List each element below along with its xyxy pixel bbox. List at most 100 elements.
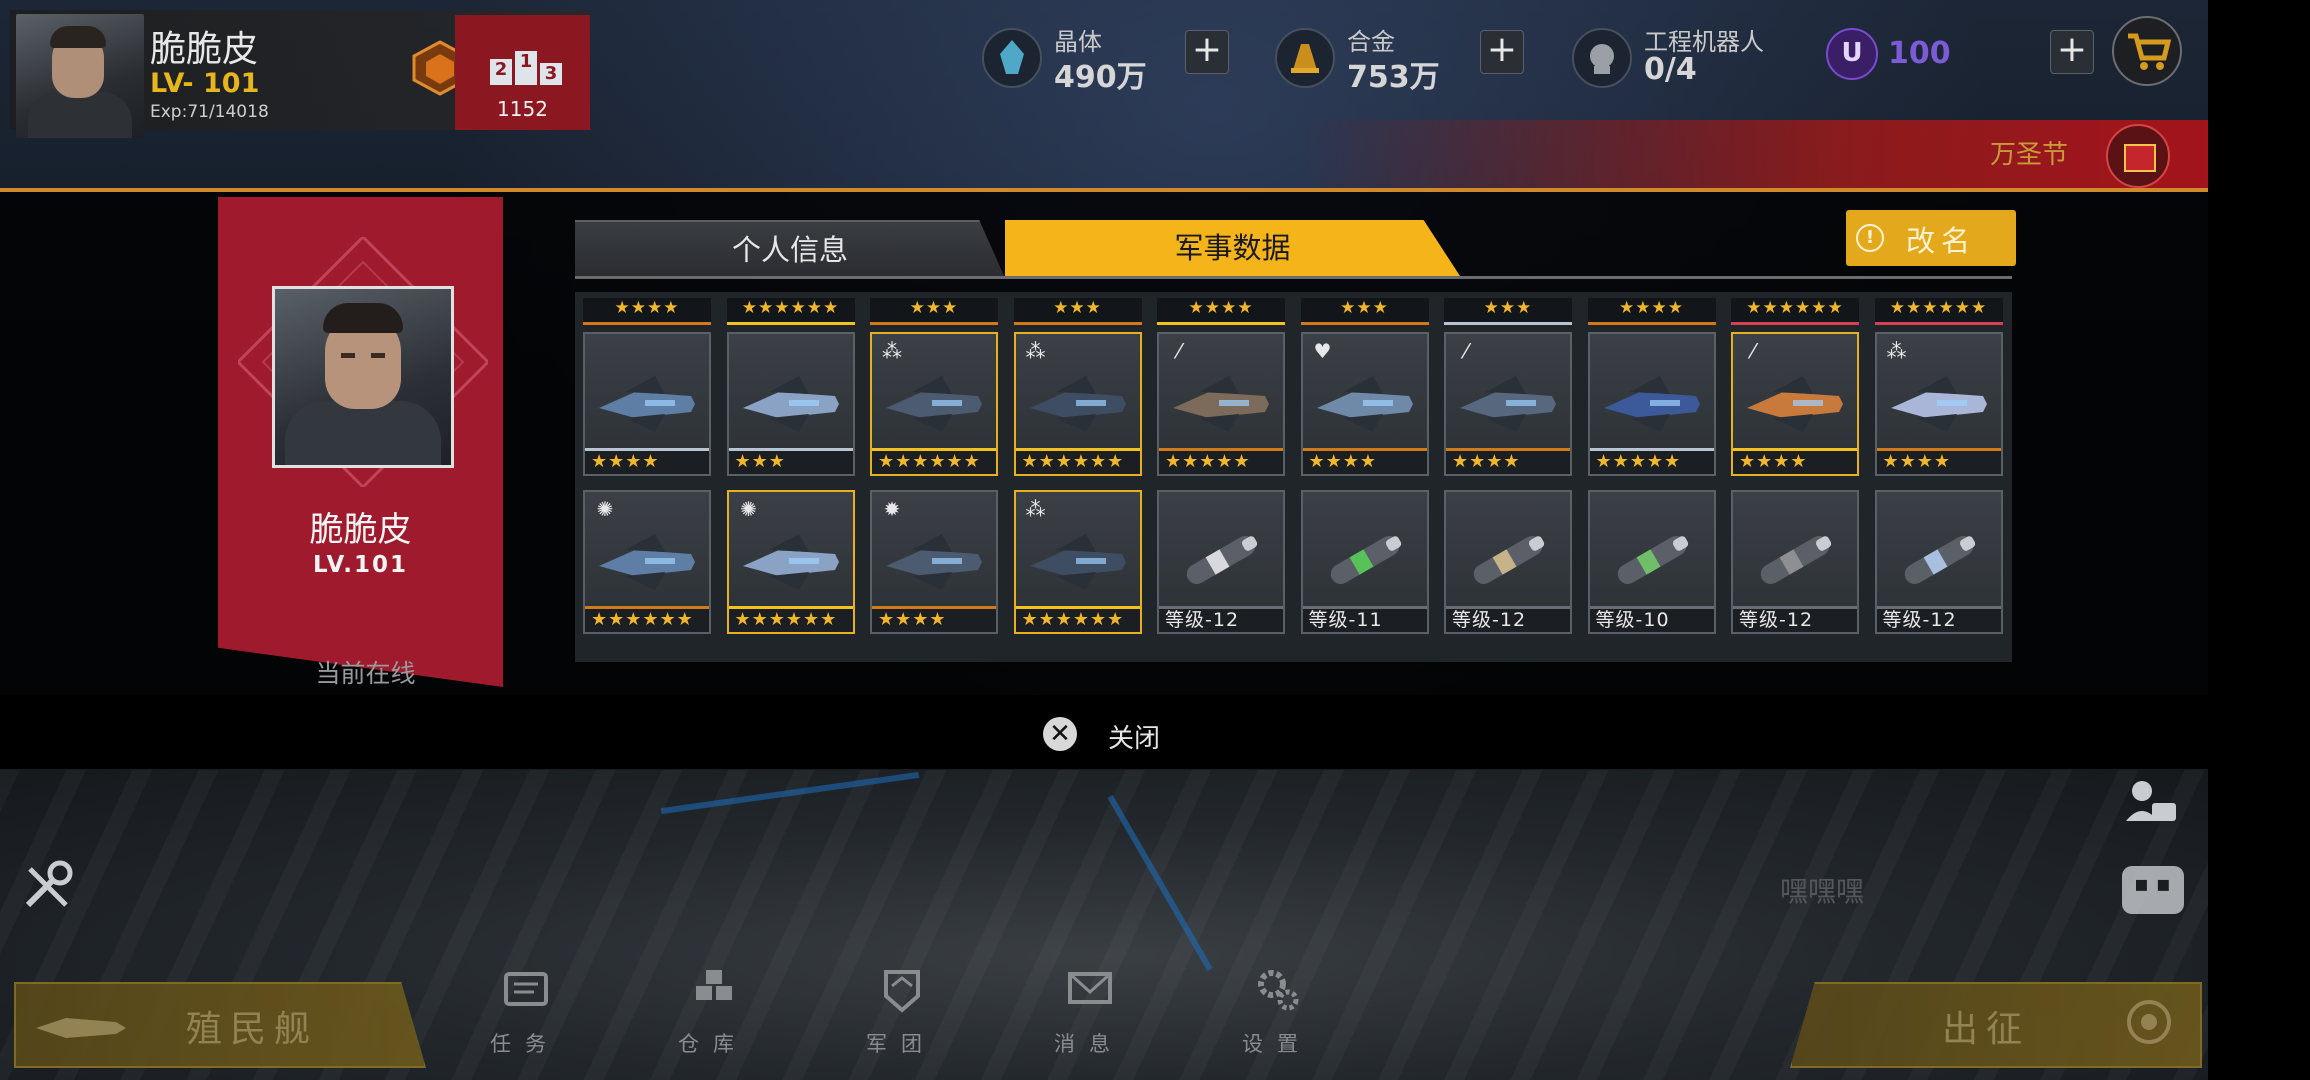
partial-fleet-card[interactable]: ★★★★★★ [726,298,855,325]
ship-class-badge-icon: ⁂ [1025,497,1046,521]
halloween-event-banner[interactable]: 万圣节 [1300,120,2208,188]
partial-fleet-card[interactable]: ★★★★★★ [1874,298,2003,325]
starship-card[interactable]: ✺ ★★★★★★ [583,490,711,634]
profile-portrait [272,286,454,468]
sortie-label: 出征 [1942,1009,2031,1050]
starship-art [1890,376,1987,432]
close-icon[interactable]: ✕ [1043,717,1077,751]
starship-card[interactable]: ★★★★★ [1587,332,1716,476]
weapon-module-art [1904,536,1975,584]
shop-cart-icon[interactable] [2112,16,2182,86]
partial-fleet-card[interactable]: ★★★★★★ [1731,298,1859,325]
item-level-label: 等级-12 [1876,606,2001,632]
ship-class-badge-icon: ⁄ [1464,339,1468,363]
sortie-button[interactable]: 出征 [1790,982,2202,1068]
star-rating: ★★★★★★ [1015,448,1140,474]
u-coin-value: 100 [1888,36,1951,71]
nav-legion-label: 军团 [866,1032,936,1056]
target-icon [2127,1000,2171,1044]
starship-card[interactable]: ★★★ [726,332,855,476]
gift-icon[interactable] [2106,124,2170,188]
ship-class-badge-icon: ⁂ [882,339,902,363]
partial-fleet-card[interactable]: ★★★ [870,298,998,325]
starship-card[interactable]: ⁂ ★★★★★★ [870,332,998,476]
starship-art [886,376,982,432]
starship-art [599,376,695,432]
contact-message-icon[interactable] [2120,775,2180,829]
starship-art [1603,376,1700,432]
messages-icon [1068,972,1112,1004]
player-avatar[interactable] [16,14,144,138]
alloy-resource: 合金 753万 [1275,20,1445,95]
partial-fleet-card[interactable]: ★★★★ [583,298,711,325]
close-label[interactable]: 关闭 [1108,718,1160,755]
weapon-card[interactable]: 等级-12 [1731,490,1859,634]
partial-fleet-card[interactable]: ★★★ [1013,298,1142,325]
crystal-value: 490万 [1054,60,1147,95]
star-rating: ★★★★★★ [728,606,853,632]
profile-name: 脆脆皮 [309,510,412,550]
starship-card[interactable]: ⁂ ★★★★★★ [1013,490,1142,634]
rename-button[interactable]: ! 改名 [1846,210,2016,266]
wrench-tools-icon[interactable] [18,855,78,915]
online-status: 当前在线 [315,659,416,688]
warehouse-icon [696,970,732,1000]
partial-fleet-card[interactable]: ★★★★ [1587,298,1716,325]
chat-icon[interactable] [2122,866,2184,914]
ship-class-badge-icon: ✹ [883,497,901,521]
rank-score: 1152 [497,97,548,121]
add-crystal-button[interactable]: + [1185,30,1229,74]
nav-legion[interactable]: 军团 [846,960,956,1070]
top-status-bar: 脆脆皮 LV- 101 Exp:71/14018 213 1152 晶体 490… [0,0,2208,190]
weapon-module-art [1186,536,1258,584]
starship-card[interactable]: ♥ ★★★★ [1300,332,1429,476]
starship-card[interactable]: ⁂ ★★★★★★ [1013,332,1142,476]
legion-icon [884,970,920,1013]
add-alloy-button[interactable]: + [1480,30,1524,74]
starship-card[interactable]: ✺ ★★★★★★ [726,490,855,634]
star-rating: ★★★★ [872,606,996,632]
star-rating: ★★★★ [1446,448,1570,474]
starship-art [1747,376,1843,432]
starship-card[interactable]: ⁂ ★★★★ [1874,332,2003,476]
weapon-card[interactable]: 等级-12 [1444,490,1572,634]
weapon-card[interactable]: 等级-10 [1587,490,1716,634]
partial-fleet-card[interactable]: ★★★ [1300,298,1429,325]
close-bar[interactable] [0,695,2208,769]
starship-card[interactable]: ✹ ★★★★ [870,490,998,634]
weapon-card[interactable]: 等级-12 [1157,490,1285,634]
player-name: 脆脆皮 [150,29,259,70]
weapon-card[interactable]: 等级-12 [1874,490,2003,634]
tab-military-data[interactable]: 军事数据 [1005,220,1460,276]
starship-art [1316,376,1413,432]
item-level-label: 等级-10 [1589,606,1714,632]
engineering-robot-resource: 工程机器人 0/4 [1572,20,1792,90]
player-exp: Exp:71/14018 [150,102,269,122]
ship-class-badge-icon: ⁄ [1177,339,1181,363]
partial-fleet-card[interactable]: ★★★ [1444,298,1572,325]
colony-ship-button[interactable]: 殖民舰 [14,982,426,1068]
starship-card[interactable]: ⁄ ★★★★ [1731,332,1859,476]
weapon-card[interactable]: 等级-11 [1300,490,1429,634]
star-rating: ★★★★★★ [1015,606,1140,632]
nav-messages[interactable]: 消息 [1034,960,1144,1070]
leaderboard-button[interactable]: 213 1152 [455,15,590,130]
weapon-module-art [1330,536,1401,584]
crystal-resource: 晶体 490万 [982,20,1152,95]
nav-warehouse[interactable]: 仓库 [658,960,768,1070]
rename-label: 改名 [1906,224,1977,258]
nav-tasks[interactable]: 任务 [470,960,580,1070]
item-level-label: 等级-12 [1159,606,1283,632]
starship-card[interactable]: ⁄ ★★★★ [1444,332,1572,476]
player-level: LV- 101 [150,68,260,99]
tab-personal-info[interactable]: 个人信息 [575,220,1005,278]
item-level-label: 等级-12 [1733,606,1857,632]
partial-fleet-card[interactable]: ★★★★ [1157,298,1285,325]
starship-card[interactable]: ⁄ ★★★★★ [1157,332,1285,476]
ship-class-badge-icon: ⁂ [1025,339,1046,363]
starship-card[interactable]: ★★★★ [583,332,711,476]
chat-preview-text[interactable]: 嘿嘿嘿 [1780,870,1864,910]
partial-row-above: ★★★★ ★★★★★★ ★★★ ★★★ ★★★★ ★★★ ★★★ ★★★★ ★★★★★★ ★★★★… [583,298,2007,325]
nav-settings[interactable]: 设置 [1222,960,1332,1070]
add-u-coin-button[interactable]: + [2050,30,2094,74]
